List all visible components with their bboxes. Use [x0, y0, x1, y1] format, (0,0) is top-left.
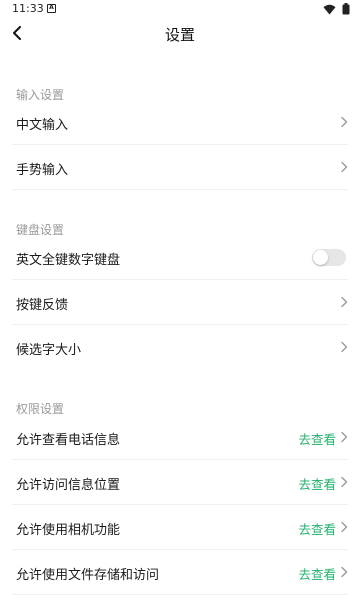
status-time: 11:33	[12, 2, 44, 15]
chevron-right-icon	[341, 296, 348, 308]
settings-item-label: 允许查看电话信息	[16, 433, 121, 448]
settings-item-candidate-size[interactable]: 候选字大小	[12, 325, 348, 370]
chevron-right-icon	[341, 161, 348, 173]
chevron-right-icon	[341, 341, 348, 353]
settings-item-storage-permission[interactable]: 允许使用文件存储和访问 去查看	[12, 550, 348, 595]
settings-item-label: 英文全键数字键盘	[16, 253, 121, 268]
settings-item-key-feedback[interactable]: 按键反馈	[12, 280, 348, 325]
page-title: 设置	[164, 26, 195, 44]
settings-item-label: 允许使用文件存储和访问	[16, 568, 160, 583]
settings-item-label: 候选字大小	[16, 343, 82, 358]
status-bar: 11:33 A	[0, 0, 360, 18]
view-link[interactable]: 去查看	[298, 429, 336, 448]
settings-item-label: 按键反馈	[16, 298, 69, 313]
settings-item-camera-permission[interactable]: 允许使用相机功能 去查看	[12, 505, 348, 550]
wifi-icon	[323, 4, 336, 14]
toggle-knob	[313, 250, 328, 265]
settings-item-label: 允许访问信息位置	[16, 478, 121, 493]
settings-item-label: 允许使用相机功能	[16, 523, 121, 538]
settings-item-label: 中文输入	[16, 118, 69, 133]
settings-item-label: 手势输入	[16, 163, 69, 178]
view-link[interactable]: 去查看	[298, 519, 336, 538]
title-bar: 设置	[0, 18, 360, 48]
view-link[interactable]: 去查看	[298, 474, 336, 493]
settings-item-phone-info-permission[interactable]: 允许查看电话信息 去查看	[12, 415, 348, 460]
view-link[interactable]: 去查看	[298, 564, 336, 583]
settings-item-location-permission[interactable]: 允许访问信息位置 去查看	[12, 460, 348, 505]
divider	[12, 189, 348, 190]
chevron-right-icon	[341, 116, 348, 128]
notification-icon: A	[47, 4, 56, 13]
battery-icon	[342, 3, 350, 15]
chevron-right-icon	[341, 431, 348, 443]
chevron-right-icon	[341, 476, 348, 488]
settings-item-chinese-input[interactable]: 中文输入	[12, 100, 348, 145]
toggle-switch[interactable]	[312, 249, 346, 266]
chevron-right-icon	[341, 521, 348, 533]
chevron-right-icon	[341, 566, 348, 578]
settings-item-english-numeric-keyboard: 英文全键数字键盘	[12, 235, 348, 280]
status-icons	[323, 3, 350, 15]
settings-item-gesture-input[interactable]: 手势输入	[12, 145, 348, 190]
